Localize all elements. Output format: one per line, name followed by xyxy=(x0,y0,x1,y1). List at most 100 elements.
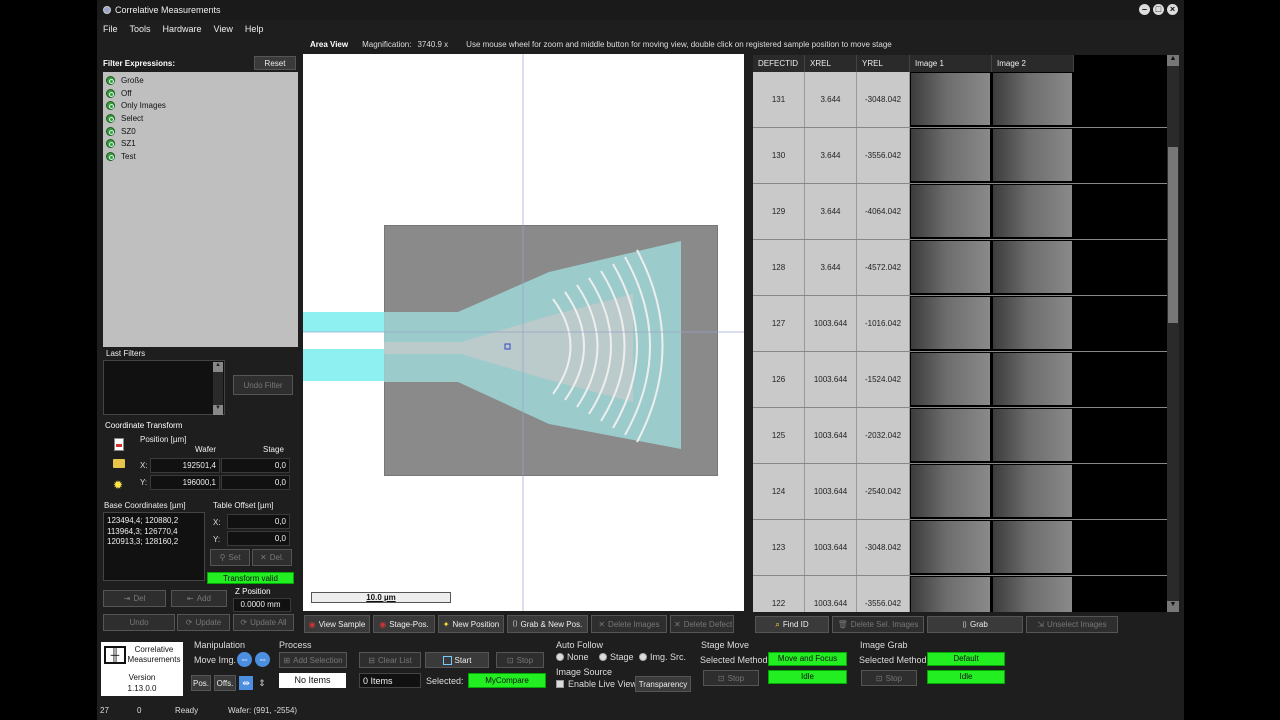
defect-table[interactable]: DEFECTID XREL YREL Image 1 Image 2 131 3… xyxy=(753,55,1167,612)
col-yrel[interactable]: YREL xyxy=(857,55,910,72)
image1-thumbnail[interactable] xyxy=(911,465,990,517)
view-sample-button[interactable]: ◉ View Sample xyxy=(304,615,370,633)
set-button[interactable]: ⚲ Set xyxy=(210,549,250,566)
del-button[interactable]: ⇥ Del xyxy=(103,590,166,607)
page-icon[interactable] xyxy=(114,438,124,451)
pos-button[interactable]: Pos. xyxy=(191,675,211,691)
live-view-checkbox[interactable] xyxy=(556,680,564,688)
table-row[interactable]: 122 1003.644 -3556.042 xyxy=(753,576,1167,612)
resize-arrows-icon[interactable]: ⇔ xyxy=(255,652,270,667)
scroll-thumb[interactable] xyxy=(1168,147,1178,323)
offset-y-field[interactable]: 0,0 xyxy=(227,531,290,546)
area-view[interactable]: 10.0 µm xyxy=(303,54,744,611)
folder-icon[interactable] xyxy=(113,459,125,468)
base-coord-item[interactable]: 120913,3; 128160,2 xyxy=(107,537,201,548)
image1-thumbnail[interactable] xyxy=(911,577,990,612)
col-image1[interactable]: Image 1 xyxy=(910,55,992,72)
del-offset-button[interactable]: ✕ Del. xyxy=(252,549,292,566)
table-row[interactable]: 130 3.644 -3556.042 xyxy=(753,128,1167,184)
filter-item[interactable]: Große xyxy=(103,74,298,87)
filter-item[interactable]: Off xyxy=(103,87,298,100)
items-count-field[interactable]: 0 Items xyxy=(359,673,421,688)
image2-thumbnail[interactable] xyxy=(993,241,1072,293)
scroll-down-icon[interactable]: ▼ xyxy=(1167,601,1179,612)
image1-thumbnail[interactable] xyxy=(911,185,990,237)
undo-button[interactable]: Undo xyxy=(103,614,175,631)
table-row[interactable]: 131 3.644 -3048.042 xyxy=(753,72,1167,128)
image2-thumbnail[interactable] xyxy=(993,521,1072,573)
delete-sel-images-button[interactable]: 🗑 Delete Sel. Images xyxy=(832,616,924,633)
x-stage-field[interactable]: 0,0 xyxy=(221,458,290,473)
start-button[interactable]: Start xyxy=(425,652,489,668)
image2-thumbnail[interactable] xyxy=(993,185,1072,237)
base-coord-list[interactable]: 123494,4; 120880,2 113964,3; 126770,4 12… xyxy=(103,512,205,581)
radio-stage[interactable] xyxy=(599,653,607,661)
offs-button[interactable]: Offs. xyxy=(214,675,236,691)
image2-thumbnail[interactable] xyxy=(993,129,1072,181)
menu-file[interactable]: File xyxy=(103,24,118,34)
table-scrollbar[interactable]: ▲ ▼ xyxy=(1167,55,1179,612)
menu-tools[interactable]: Tools xyxy=(130,24,151,34)
scroll-up-icon[interactable]: ▲ xyxy=(213,362,223,372)
scroll-down-icon[interactable]: ▼ xyxy=(213,405,223,415)
find-id-button[interactable]: ⌕ Find ID xyxy=(755,616,829,633)
stage-stop-button[interactable]: ⊡ Stop xyxy=(703,670,759,686)
image1-thumbnail[interactable] xyxy=(911,353,990,405)
image2-thumbnail[interactable] xyxy=(993,465,1072,517)
col-image2[interactable]: Image 2 xyxy=(992,55,1074,72)
table-row[interactable]: 125 1003.644 -2032.042 xyxy=(753,408,1167,464)
clear-list-button[interactable]: ⊟ Clear List xyxy=(359,652,421,668)
radio-none[interactable] xyxy=(556,653,564,661)
add-selection-button[interactable]: ⊞ Add Selection xyxy=(279,652,347,668)
table-row[interactable]: 123 1003.644 -3048.042 xyxy=(753,520,1167,576)
delete-defect-button[interactable]: ✕ Delete Defect xyxy=(670,615,734,633)
table-row[interactable]: 128 3.644 -4572.042 xyxy=(753,240,1167,296)
col-xrel[interactable]: XREL xyxy=(805,55,857,72)
horizontal-move-icon[interactable]: ⇹ xyxy=(239,676,253,690)
stop-button[interactable]: ⊡ Stop xyxy=(496,652,544,668)
grab-button[interactable]: ⌷ Grab xyxy=(927,616,1023,633)
new-position-button[interactable]: ✦ New Position xyxy=(438,615,504,633)
selected-compare-field[interactable]: MyCompare xyxy=(468,673,546,688)
last-filters-scrollbar[interactable]: ▲ ▼ xyxy=(213,362,223,415)
stage-pos-button[interactable]: ◉ Stage-Pos. xyxy=(373,615,435,633)
image1-thumbnail[interactable] xyxy=(911,409,990,461)
transparency-button[interactable]: Transparency xyxy=(635,676,691,692)
vertical-move-icon[interactable]: ⇕ xyxy=(257,676,267,690)
no-items-field[interactable]: No Items xyxy=(279,673,346,688)
delete-images-button[interactable]: ✕ Delete Images xyxy=(591,615,667,633)
update-button[interactable]: ⟳ Update xyxy=(177,614,230,631)
undo-filter-button[interactable]: Undo Filter xyxy=(233,375,293,395)
base-coord-item[interactable]: 123494,4; 120880,2 xyxy=(107,516,201,527)
image2-thumbnail[interactable] xyxy=(993,73,1072,125)
image1-thumbnail[interactable] xyxy=(911,521,990,573)
filter-item[interactable]: Only Images xyxy=(103,99,298,112)
scroll-up-icon[interactable]: ▲ xyxy=(1167,55,1179,66)
stage-method-field[interactable]: Move and Focus xyxy=(768,652,847,666)
menu-help[interactable]: Help xyxy=(245,24,264,34)
reset-button[interactable]: Reset xyxy=(254,56,296,70)
base-coord-item[interactable]: 113964,3; 126770,4 xyxy=(107,527,201,538)
filter-item[interactable]: Select xyxy=(103,112,298,125)
filter-item[interactable]: Test xyxy=(103,150,298,163)
last-filters-list[interactable]: ▲ ▼ xyxy=(103,360,225,415)
close-icon[interactable]: × xyxy=(1167,4,1178,15)
table-row[interactable]: 127 1003.644 -1016.042 xyxy=(753,296,1167,352)
y-wafer-field[interactable]: 196000,1 xyxy=(150,475,220,490)
maximize-icon[interactable]: □ xyxy=(1153,4,1164,15)
x-wafer-field[interactable]: 192501,4 xyxy=(150,458,220,473)
image2-thumbnail[interactable] xyxy=(993,409,1072,461)
image1-thumbnail[interactable] xyxy=(911,297,990,349)
table-row[interactable]: 126 1003.644 -1524.042 xyxy=(753,352,1167,408)
auto-follow-stage[interactable]: Stage xyxy=(599,652,634,662)
minimize-icon[interactable]: – xyxy=(1139,4,1150,15)
update-all-button[interactable]: ⟳ Update All xyxy=(233,614,294,631)
enable-live-view[interactable]: Enable Live View xyxy=(556,679,637,689)
offset-x-field[interactable]: 0,0 xyxy=(227,514,290,529)
filter-item[interactable]: SZ1 xyxy=(103,137,298,150)
image1-thumbnail[interactable] xyxy=(911,241,990,293)
table-row[interactable]: 129 3.644 -4064.042 xyxy=(753,184,1167,240)
unselect-images-button[interactable]: ⇲ Unselect Images xyxy=(1026,616,1118,633)
filter-item[interactable]: SZ0 xyxy=(103,125,298,138)
image1-thumbnail[interactable] xyxy=(911,129,990,181)
